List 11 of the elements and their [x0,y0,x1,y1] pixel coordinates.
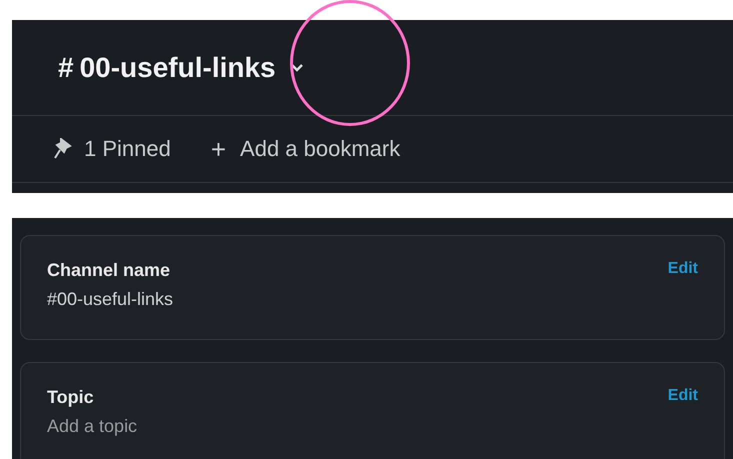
add-bookmark-button[interactable]: + Add a bookmark [210,134,400,164]
detail-label: Channel name [47,260,172,281]
edit-link[interactable]: Edit [668,387,698,405]
edit-link[interactable]: Edit [668,260,698,278]
detail-label: Topic [47,387,95,408]
pin-icon [54,138,74,160]
pinned-button[interactable]: 1 Pinned [54,136,171,162]
detail-value: #00-useful-links [47,289,174,310]
add-topic-prompt: Add a topic [47,416,138,437]
pinned-count: 1 Pinned [84,136,171,162]
channel-title-button[interactable]: # 00-useful-links [58,52,304,84]
